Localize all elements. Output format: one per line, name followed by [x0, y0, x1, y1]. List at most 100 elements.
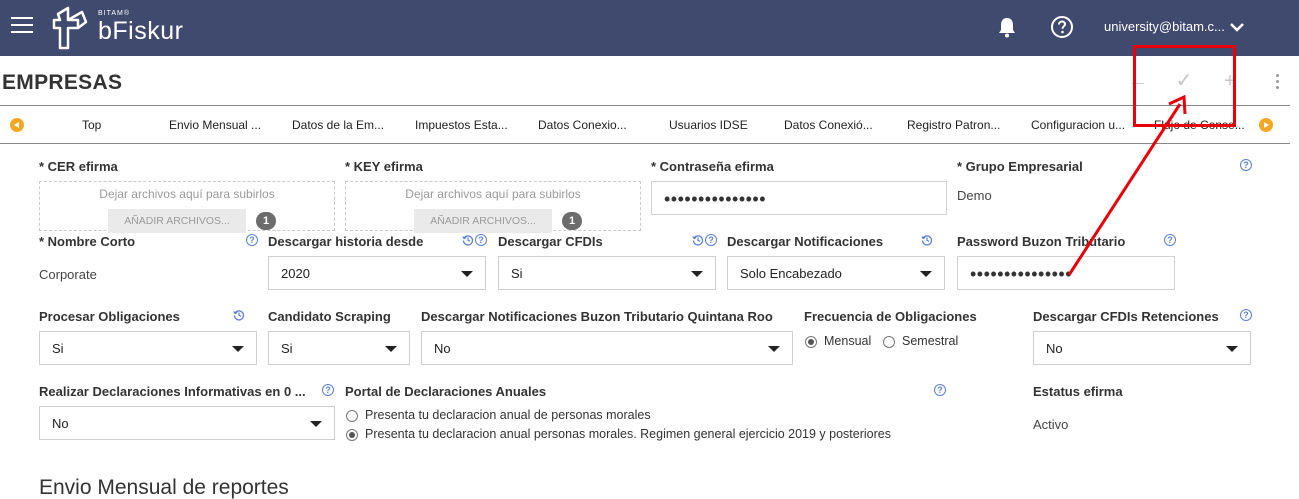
portal-option-2-radio[interactable]	[346, 429, 358, 441]
key-dropzone[interactable]: Dejar archivos aquí para subirlos AÑADIR…	[345, 181, 641, 233]
app-logo[interactable]: BITAM® bFiskur	[52, 6, 192, 50]
cer-label: * CER efirma	[39, 159, 118, 174]
tab-datos-conexion-2[interactable]: Datos Conexió...	[784, 118, 879, 132]
nombre-corto-label: * Nombre Corto	[39, 234, 136, 249]
frecuencia-mensual-radio[interactable]	[805, 336, 817, 348]
tabs-bottom-divider	[0, 143, 1290, 144]
frecuencia-mensual-label: Mensual	[824, 334, 872, 348]
cer-add-files-button[interactable]: AÑADIR ARCHIVOS...	[108, 209, 246, 233]
caret-down-icon	[232, 346, 244, 352]
notificaciones-selected-value: Solo Encabezado	[740, 266, 842, 281]
portal-option-1-radio[interactable]	[346, 410, 358, 422]
contrasena-field[interactable]: •••••••••••••••	[651, 181, 947, 215]
buzon-qroo-label: Descargar Notificaciones Buzon Tributari…	[421, 309, 773, 324]
scraping-select[interactable]: Si	[268, 331, 410, 365]
tabs-scroll-left-icon[interactable]	[10, 118, 24, 132]
portal-label: Portal de Declaraciones Anuales	[345, 384, 547, 399]
section-heading: Envio Mensual de reportes	[39, 476, 289, 499]
chevron-down-icon[interactable]	[1229, 20, 1245, 34]
retenciones-label: Descargar CFDIs Retenciones	[1033, 309, 1219, 324]
informativas-label: Realizar Declaraciones Informativas en 0…	[39, 384, 306, 399]
notificaciones-label: Descargar Notificaciones	[727, 234, 884, 249]
cfdis-select[interactable]: Si	[498, 256, 716, 290]
informativas-selected-value: No	[52, 416, 69, 431]
grupo-value: Demo	[957, 188, 992, 203]
tabs-scroll-right-icon[interactable]	[1259, 118, 1273, 132]
more-options-icon[interactable]	[1269, 72, 1285, 92]
grupo-help-icon[interactable]: ?	[1240, 159, 1252, 171]
menu-icon[interactable]	[11, 17, 33, 35]
save-check-icon[interactable]: ✓	[1173, 70, 1195, 92]
frecuencia-label: Frecuencia de Obligaciones	[804, 309, 977, 324]
key-add-files-button[interactable]: AÑADIR ARCHIVOS...	[414, 209, 552, 233]
cfdis-label: Descargar CFDIs	[498, 234, 603, 249]
user-menu[interactable]: university@bitam.c...	[1104, 19, 1225, 34]
historia-select[interactable]: 2020	[268, 256, 486, 290]
informativas-select[interactable]: No	[39, 406, 335, 440]
retenciones-help-icon[interactable]: ?	[1240, 309, 1252, 321]
caret-down-icon	[310, 421, 322, 427]
cfdis-help-icon[interactable]: ?	[705, 234, 717, 246]
history-icon[interactable]	[921, 234, 933, 246]
tab-top[interactable]: Top	[82, 118, 112, 132]
key-drop-text: Dejar archivos aquí para subirlos	[405, 187, 581, 201]
logo-name: bFiskur	[98, 17, 184, 45]
portal-option-1-label: Presenta tu declaracion anual de persona…	[365, 408, 651, 422]
tab-envio-mensual[interactable]: Envio Mensual ...	[169, 118, 264, 132]
nombre-corto-value: Corporate	[39, 267, 97, 282]
historia-label: Descargar historia desde	[268, 234, 424, 249]
tab-flujo[interactable]: Flujo de Conse...	[1154, 118, 1249, 132]
bell-icon[interactable]	[995, 15, 1019, 39]
procesar-select[interactable]: Si	[39, 331, 257, 365]
password-buzon-label: Password Buzon Tributario	[957, 234, 1126, 249]
tab-usuarios-idse[interactable]: Usuarios IDSE	[669, 118, 759, 132]
cer-dropzone[interactable]: Dejar archivos aquí para subirlos AÑADIR…	[39, 181, 335, 233]
add-plus-icon[interactable]: +	[1219, 70, 1241, 92]
grupo-label: * Grupo Empresarial	[957, 159, 1083, 174]
frecuencia-semestral-radio[interactable]	[883, 336, 895, 348]
buzon-qroo-select[interactable]: No	[421, 331, 793, 365]
page-title: EMPRESAS	[2, 71, 123, 94]
procesar-label: Procesar Obligaciones	[39, 309, 180, 324]
help-circle-icon[interactable]	[1050, 15, 1074, 39]
portal-help-icon[interactable]: ?	[934, 384, 946, 396]
caret-down-icon	[768, 346, 780, 352]
nombre-corto-help-icon[interactable]: ?	[246, 234, 258, 246]
tab-configuracion[interactable]: Configuracion u...	[1031, 118, 1129, 132]
estatus-value: Activo	[1033, 417, 1069, 432]
password-buzon-field[interactable]: •••••••••••••••	[957, 256, 1175, 290]
tab-datos-empresa[interactable]: Datos de la Em...	[292, 118, 387, 132]
password-buzon-help-icon[interactable]: ?	[1164, 234, 1176, 246]
tab-impuestos[interactable]: Impuestos Esta...	[415, 118, 510, 132]
frecuencia-semestral-label: Semestral	[902, 334, 959, 348]
contrasena-label: * Contraseña efirma	[651, 159, 774, 174]
tabs-top-divider	[0, 105, 1290, 106]
cfdis-selected-value: Si	[511, 266, 523, 281]
caret-down-icon	[1226, 346, 1238, 352]
retenciones-selected-value: No	[1046, 341, 1063, 356]
caret-down-icon	[461, 271, 473, 277]
scraping-label: Candidato Scraping	[268, 309, 391, 324]
notificaciones-select[interactable]: Solo Encabezado	[727, 256, 945, 290]
history-icon[interactable]	[692, 234, 704, 246]
scraping-selected-value: Si	[281, 341, 293, 356]
historia-selected-value: 2020	[281, 266, 310, 281]
caret-down-icon	[385, 346, 397, 352]
caret-down-icon	[691, 271, 703, 277]
history-icon[interactable]	[233, 309, 245, 321]
history-icon[interactable]	[462, 234, 474, 246]
logo-small-text: BITAM®	[98, 10, 131, 17]
back-arrow-icon[interactable]: ←	[1127, 70, 1149, 92]
tab-registro-patronal[interactable]: Registro Patron...	[907, 118, 1002, 132]
cer-drop-text: Dejar archivos aquí para subirlos	[99, 187, 275, 201]
key-file-count-badge: 1	[562, 212, 582, 230]
top-navbar: BITAM® bFiskur university@bitam.c...	[0, 0, 1299, 56]
historia-help-icon[interactable]: ?	[475, 234, 487, 246]
tab-datos-conexion[interactable]: Datos Conexio...	[538, 118, 633, 132]
cer-file-count-badge: 1	[256, 212, 276, 230]
caret-down-icon	[920, 271, 932, 277]
procesar-selected-value: Si	[52, 341, 64, 356]
retenciones-select[interactable]: No	[1033, 331, 1251, 365]
informativas-help-icon[interactable]: ?	[322, 384, 334, 396]
key-label: * KEY efirma	[345, 159, 423, 174]
